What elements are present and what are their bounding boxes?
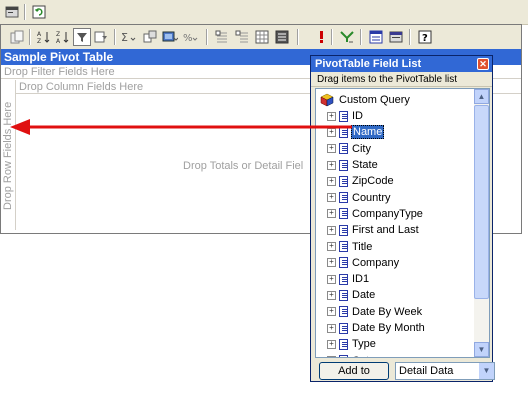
drag-arrow bbox=[10, 119, 352, 135]
